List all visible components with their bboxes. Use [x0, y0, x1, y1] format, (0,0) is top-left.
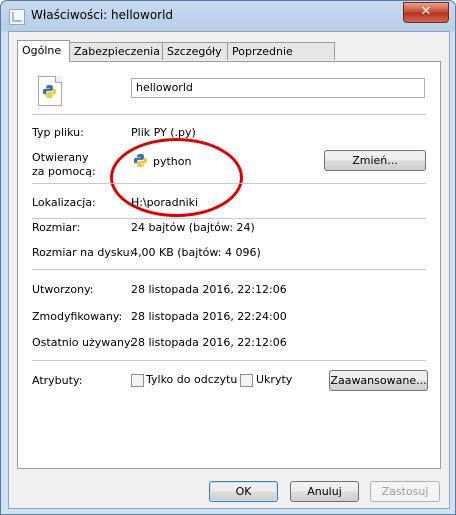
tab-security[interactable]: Zabezpieczenia [69, 42, 163, 60]
tab-details[interactable]: Szczegóły [162, 42, 228, 60]
created-value: 28 listopada 2016, 22:12:06 [131, 283, 287, 296]
created-label: Utworzony: [32, 283, 94, 296]
apply-button: Zastosuj [370, 481, 440, 502]
hidden-checkbox[interactable] [240, 374, 253, 387]
window-title: Właściwości: helloworld [31, 8, 174, 22]
file-name-value: helloworld [136, 81, 193, 94]
dialog-client: Ogólne Zabezpieczenia Szczegóły Poprzedn… [8, 31, 450, 509]
accessed-label: Ostatnio używany: [32, 336, 134, 349]
separator [32, 114, 426, 115]
separator [32, 218, 426, 219]
accessed-value: 28 listopada 2016, 22:12:06 [131, 336, 287, 349]
title-bar[interactable]: Właściwości: helloworld ✕ [1, 1, 455, 31]
general-panel: helloworld Typ pliku: Plik PY (.py) Otwi… [17, 61, 441, 469]
file-type-value: Plik PY (.py) [131, 126, 196, 139]
file-name-input[interactable]: helloworld [131, 78, 425, 98]
separator [32, 183, 426, 184]
size-on-disk-label: Rozmiar na dysku: [32, 246, 134, 259]
attributes-label: Atrybuty: [32, 374, 83, 387]
hidden-label[interactable]: Ukryty [256, 373, 292, 386]
location-label: Lokalizacja: [32, 196, 96, 209]
properties-window: Właściwości: helloworld ✕ Ogólne Zabezpi… [0, 0, 456, 515]
change-button[interactable]: Zmień... [324, 150, 426, 171]
readonly-checkbox[interactable] [131, 374, 144, 387]
cancel-button[interactable]: Anuluj [290, 481, 359, 502]
ok-button[interactable]: OK [209, 481, 278, 502]
close-button[interactable]: ✕ [403, 2, 449, 23]
size-value: 24 bajtów (bajtów: 24) [131, 221, 255, 234]
advanced-button[interactable]: Zaawansowane... [329, 370, 428, 391]
location-value: H:\poradniki [131, 196, 199, 209]
modified-label: Zmodyfikowany: [32, 310, 123, 323]
separator [32, 269, 426, 270]
python-file-icon [38, 76, 62, 106]
properties-icon [9, 9, 25, 25]
size-on-disk-value: 4,00 KB (bajtów: 4 096) [131, 246, 261, 259]
opens-with-label-line1: Otwierany [32, 151, 89, 164]
opens-with-label-line2: za pomocą: [32, 165, 96, 178]
size-label: Rozmiar: [32, 221, 81, 234]
tab-previous-versions[interactable]: Poprzednie wersje [227, 42, 335, 75]
modified-value: 28 listopada 2016, 22:24:00 [131, 310, 287, 323]
tab-general[interactable]: Ogólne [17, 40, 70, 62]
separator [32, 360, 426, 361]
file-type-label: Typ pliku: [32, 126, 84, 139]
readonly-label[interactable]: Tylko do odczytu [146, 373, 237, 386]
